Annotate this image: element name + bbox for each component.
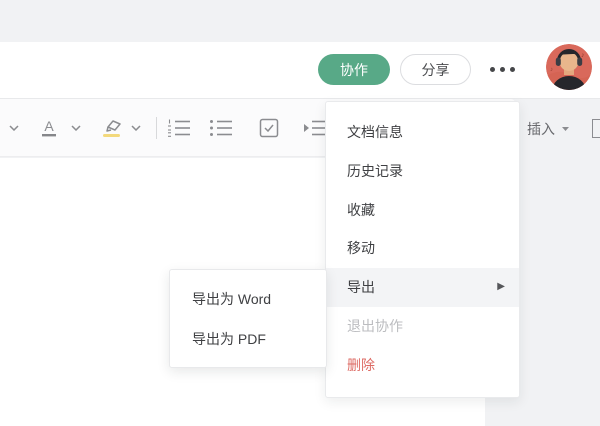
font-color-icon: A bbox=[40, 118, 58, 138]
chevron-down-icon bbox=[561, 126, 570, 132]
header-bar: 协作 分享 ♪ ♪ bbox=[0, 42, 600, 99]
bullet-list-button[interactable] bbox=[208, 99, 234, 157]
highlighter-icon bbox=[100, 118, 124, 138]
avatar-illustration: ♪ ♪ bbox=[546, 44, 592, 90]
chevron-down-icon bbox=[131, 125, 141, 131]
font-color-dropdown[interactable] bbox=[66, 99, 86, 157]
svg-text:♪: ♪ bbox=[581, 52, 585, 59]
bullet-list-icon bbox=[209, 118, 233, 138]
submenu-arrow-icon: ▶ bbox=[497, 268, 505, 307]
menu-item-delete[interactable]: 删除 bbox=[326, 346, 519, 385]
more-options-menu: 文档信息 历史记录 收藏 移动 导出 ▶ 退出协作 删除 bbox=[325, 101, 520, 398]
highlight-color-dropdown[interactable] bbox=[126, 99, 146, 157]
svg-text:♪: ♪ bbox=[550, 67, 553, 73]
top-strip bbox=[0, 0, 600, 42]
user-avatar[interactable]: ♪ ♪ bbox=[546, 44, 592, 90]
svg-text:A: A bbox=[44, 118, 54, 134]
dot-icon bbox=[500, 67, 505, 72]
more-options-button[interactable] bbox=[484, 54, 520, 85]
dot-icon bbox=[510, 67, 515, 72]
font-color-button[interactable]: A bbox=[36, 99, 62, 157]
chevron-down-icon bbox=[9, 125, 19, 131]
app-window: 协作 分享 ♪ ♪ bbox=[0, 0, 600, 426]
ordered-list-icon bbox=[167, 118, 191, 138]
menu-item-export[interactable]: 导出 ▶ bbox=[326, 268, 519, 307]
menu-item-exit-collaboration: 退出协作 bbox=[326, 307, 519, 346]
toolbar-divider bbox=[156, 117, 157, 139]
dot-icon bbox=[490, 67, 495, 72]
checkbox-icon bbox=[259, 118, 279, 138]
collaborate-button[interactable]: 协作 bbox=[318, 54, 390, 85]
export-submenu: 导出为 Word 导出为 PDF bbox=[169, 269, 327, 368]
toolbar-dropdown-button[interactable] bbox=[4, 99, 24, 157]
checklist-button[interactable] bbox=[256, 99, 282, 157]
highlight-color-button[interactable] bbox=[98, 99, 126, 157]
menu-item-move[interactable]: 移动 bbox=[326, 229, 519, 268]
submenu-item-export-word[interactable]: 导出为 Word bbox=[170, 280, 326, 320]
insert-label: 插入 bbox=[527, 119, 555, 139]
insert-menu-button[interactable]: 插入 bbox=[527, 119, 570, 139]
chevron-down-icon bbox=[71, 125, 81, 131]
indent-icon bbox=[303, 118, 327, 138]
menu-item-favorite[interactable]: 收藏 bbox=[326, 191, 519, 230]
share-button[interactable]: 分享 bbox=[400, 54, 471, 85]
ordered-list-button[interactable] bbox=[166, 99, 192, 157]
fullscreen-icon[interactable] bbox=[592, 119, 600, 138]
submenu-item-export-pdf[interactable]: 导出为 PDF bbox=[170, 320, 326, 360]
menu-item-document-info[interactable]: 文档信息 bbox=[326, 113, 519, 152]
menu-item-history[interactable]: 历史记录 bbox=[326, 152, 519, 191]
